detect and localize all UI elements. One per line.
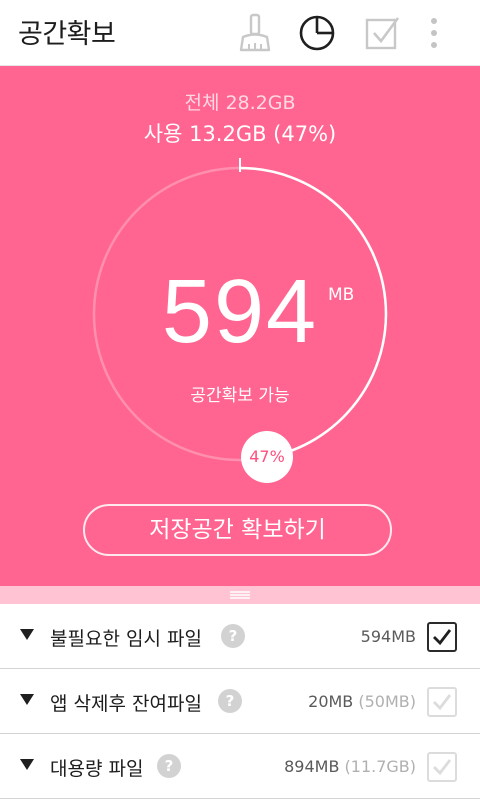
list-item-large-files[interactable]: 대용량 파일 ? 894MB (11.7GB) bbox=[0, 734, 480, 799]
list-item-temp-files[interactable]: 불필요한 임시 파일 ? 594MB bbox=[0, 604, 480, 669]
help-icon[interactable]: ? bbox=[157, 754, 181, 778]
usage-percent-badge: 47% bbox=[241, 431, 293, 483]
category-label: 불필요한 임시 파일 bbox=[50, 628, 202, 650]
total-storage-text: 전체 28.2GB bbox=[184, 92, 296, 114]
checkmark-icon bbox=[433, 629, 452, 646]
reclaimable-caption: 공간확보 가능 bbox=[190, 386, 290, 406]
app-bar: 공간확보 bbox=[0, 0, 480, 66]
category-checkbox[interactable] bbox=[427, 622, 457, 652]
used-storage-text: 사용 13.2GB (47%) bbox=[143, 122, 337, 146]
drag-grip-icon bbox=[230, 591, 250, 599]
help-icon[interactable]: ? bbox=[221, 624, 245, 648]
help-icon[interactable]: ? bbox=[218, 689, 242, 713]
category-label: 대용량 파일 bbox=[50, 758, 144, 780]
storage-summary-panel: 전체 28.2GB 사용 13.2GB (47%) 594 MB 공간확보 가능… bbox=[0, 66, 480, 586]
overflow-menu-icon[interactable] bbox=[424, 10, 444, 56]
page-title: 공간확보 bbox=[18, 19, 116, 50]
expand-arrow-icon[interactable] bbox=[20, 629, 34, 641]
free-up-storage-button[interactable]: 저장공간 확보하기 bbox=[83, 504, 392, 556]
category-checkbox[interactable] bbox=[427, 687, 457, 717]
category-size: 594MB bbox=[360, 627, 416, 646]
reclaimable-size-unit: MB bbox=[328, 285, 355, 305]
category-checkbox[interactable] bbox=[427, 752, 457, 782]
expand-arrow-icon[interactable] bbox=[20, 694, 34, 706]
pie-chart-icon[interactable] bbox=[294, 10, 340, 56]
select-all-checkbox-icon[interactable] bbox=[359, 10, 405, 56]
panel-drag-handle[interactable] bbox=[0, 586, 480, 604]
expand-arrow-icon[interactable] bbox=[20, 759, 34, 771]
reclaimable-size-value: 594 bbox=[161, 262, 319, 362]
checkmark-icon bbox=[433, 694, 452, 711]
cleaner-brush-icon[interactable] bbox=[232, 10, 278, 56]
list-item-residual-files[interactable]: 앱 삭제후 잔여파일 ? 20MB (50MB) bbox=[0, 669, 480, 734]
checkmark-icon bbox=[433, 759, 452, 776]
category-size: 894MB (11.7GB) bbox=[284, 757, 416, 776]
category-label: 앱 삭제후 잔여파일 bbox=[50, 693, 202, 715]
category-size: 20MB (50MB) bbox=[308, 692, 416, 711]
